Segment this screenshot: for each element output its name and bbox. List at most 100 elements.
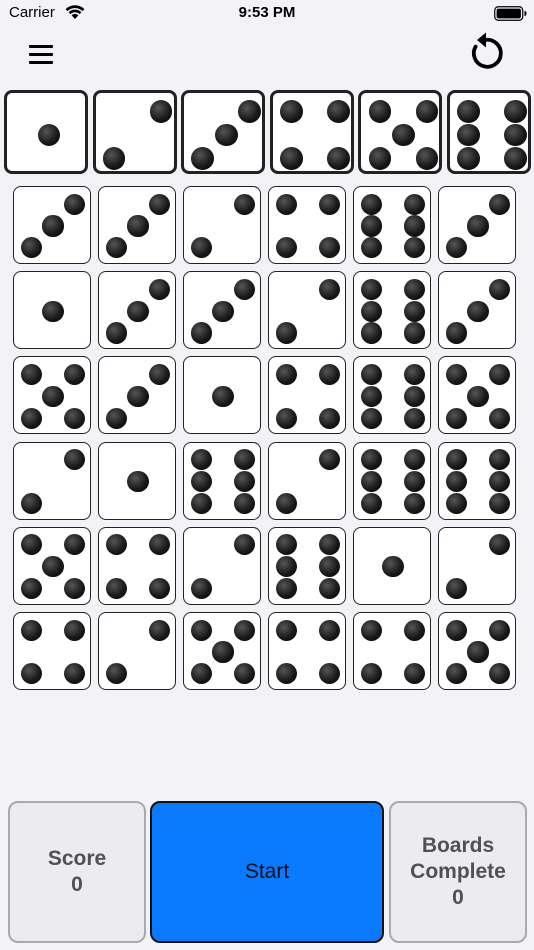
score-label: Score xyxy=(47,847,107,870)
pip xyxy=(489,619,511,641)
board-die[interactable] xyxy=(438,441,516,520)
pip xyxy=(360,385,382,407)
board-die[interactable] xyxy=(13,271,91,350)
pip xyxy=(275,237,297,259)
target-die-six[interactable] xyxy=(447,90,531,174)
board-die[interactable] xyxy=(268,356,346,435)
pip xyxy=(279,100,303,123)
board-die[interactable] xyxy=(438,612,516,690)
pip xyxy=(234,449,256,471)
start-button[interactable]: Start xyxy=(150,801,384,943)
board-die[interactable] xyxy=(438,271,516,350)
board-die[interactable] xyxy=(353,356,431,435)
pip xyxy=(275,193,297,215)
pip xyxy=(149,534,171,556)
pip xyxy=(64,449,86,471)
pip xyxy=(275,663,297,685)
board-die[interactable] xyxy=(438,356,516,435)
pip xyxy=(42,215,64,237)
pip xyxy=(212,641,234,663)
pip xyxy=(445,578,467,600)
target-die-two[interactable] xyxy=(92,90,177,174)
pip xyxy=(105,534,127,556)
pip xyxy=(360,322,382,344)
pip xyxy=(212,300,234,322)
pip xyxy=(319,556,341,578)
board-die[interactable] xyxy=(438,186,516,264)
board-die[interactable] xyxy=(183,271,261,350)
pip xyxy=(382,556,404,578)
board-die[interactable] xyxy=(183,526,261,605)
pip xyxy=(234,278,256,300)
board-die[interactable] xyxy=(13,526,91,605)
pip xyxy=(445,471,467,493)
pip xyxy=(64,619,86,641)
board-die[interactable] xyxy=(98,526,176,605)
pip xyxy=(457,100,480,123)
pip xyxy=(326,147,350,170)
board-die[interactable] xyxy=(268,441,346,520)
board-die[interactable] xyxy=(353,441,431,520)
board-die[interactable] xyxy=(98,186,176,264)
pip xyxy=(360,407,382,429)
board-die[interactable] xyxy=(98,612,176,690)
pip xyxy=(105,237,127,259)
pip xyxy=(275,407,297,429)
target-die-three[interactable] xyxy=(181,90,266,174)
board-die[interactable] xyxy=(353,271,431,350)
pip xyxy=(190,663,212,685)
pip xyxy=(489,407,511,429)
pip xyxy=(504,100,527,123)
target-die-one[interactable] xyxy=(4,90,88,174)
board-die[interactable] xyxy=(183,441,261,520)
pip xyxy=(457,147,480,170)
pip xyxy=(102,147,126,170)
board-die[interactable] xyxy=(13,356,91,435)
pip xyxy=(212,385,234,407)
board-die[interactable] xyxy=(268,186,346,264)
board-die[interactable] xyxy=(98,441,176,520)
refresh-icon xyxy=(471,32,503,69)
board-die[interactable] xyxy=(438,526,516,605)
pip xyxy=(404,449,426,471)
pip xyxy=(149,278,171,300)
board-die[interactable] xyxy=(13,186,91,264)
pip xyxy=(404,278,426,300)
board-die[interactable] xyxy=(268,526,346,605)
pip xyxy=(319,278,341,300)
pip xyxy=(368,100,392,123)
pip xyxy=(326,100,350,123)
pip xyxy=(457,123,480,147)
pip xyxy=(489,492,511,514)
board-die[interactable] xyxy=(268,612,346,690)
pip xyxy=(275,322,297,344)
menu-button[interactable] xyxy=(26,40,56,70)
pip xyxy=(42,300,64,322)
board-die[interactable] xyxy=(13,441,91,520)
board-die[interactable] xyxy=(268,271,346,350)
pip xyxy=(489,278,511,300)
pip xyxy=(504,147,527,170)
board-die[interactable] xyxy=(353,186,431,264)
pip xyxy=(234,492,256,514)
board-die[interactable] xyxy=(353,612,431,690)
board-die[interactable] xyxy=(183,186,261,264)
board-die[interactable] xyxy=(183,356,261,435)
board-die[interactable] xyxy=(13,612,91,690)
board-die[interactable] xyxy=(98,356,176,435)
refresh-button[interactable] xyxy=(466,32,506,74)
pip xyxy=(127,215,149,237)
pip xyxy=(105,407,127,429)
board-die[interactable] xyxy=(183,612,261,690)
pip xyxy=(64,534,86,556)
board-die[interactable] xyxy=(353,526,431,605)
target-die-five[interactable] xyxy=(358,90,443,174)
pip xyxy=(149,193,171,215)
pip xyxy=(190,471,212,493)
target-die-four[interactable] xyxy=(269,90,354,174)
pip xyxy=(238,100,262,123)
pip xyxy=(360,215,382,237)
pip xyxy=(360,300,382,322)
pip xyxy=(319,534,341,556)
board-die[interactable] xyxy=(98,271,176,350)
